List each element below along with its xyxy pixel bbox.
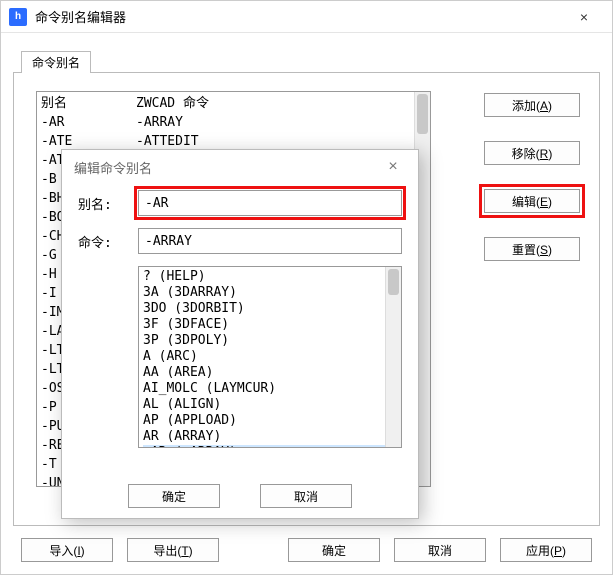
command-list-item[interactable]: 3A (3DARRAY) [143,285,397,301]
command-list-item[interactable]: AI_MOLC (LAYMCUR) [143,381,397,397]
dialog-titlebar: 编辑命令别名 × [62,150,418,184]
header-command: ZWCAD 命令 [136,94,426,113]
cancel-button[interactable]: 取消 [394,538,486,562]
alias-row[interactable]: -AR-ARRAY [41,113,426,132]
edit-button[interactable]: 编辑(E) [484,189,580,213]
bottom-buttons: 导入(I) 导出(T) 确定 取消 应用(P) [21,538,592,562]
command-list-item[interactable]: AL (ALIGN) [143,397,397,413]
alias-input[interactable]: -AR [138,190,402,216]
import-button[interactable]: 导入(I) [21,538,113,562]
header-alias: 别名 [41,94,136,113]
command-list-item[interactable]: AR (ARRAY) [143,429,397,445]
side-buttons: 添加(A) 移除(R) 编辑(E) 重置(S) [484,93,580,261]
dialog-cancel-button[interactable]: 取消 [260,484,352,508]
alias-label: 别名: [78,194,138,213]
export-button[interactable]: 导出(T) [127,538,219,562]
command-list-item[interactable]: A (ARC) [143,349,397,365]
dialog-buttons: 确定 取消 [62,484,418,508]
dialog-ok-button[interactable]: 确定 [128,484,220,508]
command-list-selected[interactable]: -AR (-ARRAY) [143,445,397,448]
add-button[interactable]: 添加(A) [484,93,580,117]
dialog-close-icon[interactable]: × [378,153,408,181]
command-list-item[interactable]: 3F (3DFACE) [143,317,397,333]
alias-scrollbar-thumb[interactable] [417,94,428,134]
command-list-item[interactable]: 3DO (3DORBIT) [143,301,397,317]
tab-alias[interactable]: 命令别名 [21,51,91,73]
alias-cell: -AR [41,113,136,132]
alias-list-header: 别名 ZWCAD 命令 [41,94,426,113]
command-list-item[interactable]: ? (HELP) [143,269,397,285]
command-scrollbar-thumb[interactable] [388,269,399,295]
command-list-item[interactable]: 3P (3DPOLY) [143,333,397,349]
window-title: 命令别名编辑器 [35,7,564,26]
command-label: 命令: [78,232,138,251]
apply-button[interactable]: 应用(P) [500,538,592,562]
ok-button[interactable]: 确定 [288,538,380,562]
command-scrollbar[interactable] [385,267,401,447]
remove-button[interactable]: 移除(R) [484,141,580,165]
app-icon: h [9,8,27,26]
close-icon[interactable]: × [564,1,604,33]
dialog-title: 编辑命令别名 [74,158,152,177]
command-list[interactable]: ? (HELP)3A (3DARRAY)3DO (3DORBIT)3F (3DF… [138,266,402,448]
command-cell: -ARRAY [136,113,426,132]
reset-button[interactable]: 重置(S) [484,237,580,261]
command-input[interactable]: -ARRAY [138,228,402,254]
command-list-item[interactable]: AA (AREA) [143,365,397,381]
edit-alias-dialog: 编辑命令别名 × 别名: -AR 命令: -ARRAY ? (HELP)3A (… [61,149,419,519]
titlebar: h 命令别名编辑器 × [1,1,612,33]
command-list-item[interactable]: AP (APPLOAD) [143,413,397,429]
